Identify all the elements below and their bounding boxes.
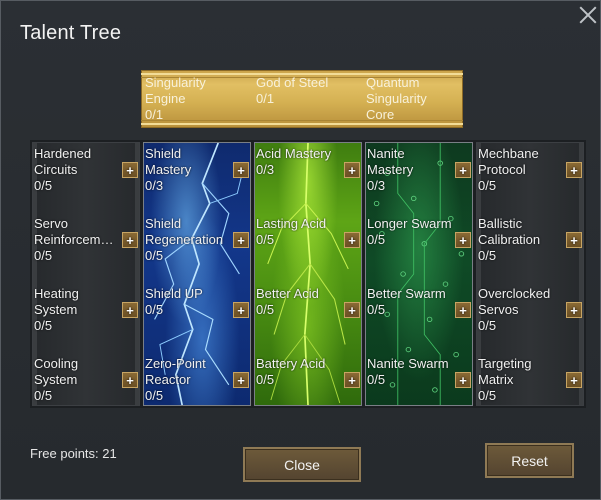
talent-rank: 0/5 [34, 178, 53, 193]
talent-rank: 0/5 [478, 248, 497, 263]
add-point-button[interactable]: + [233, 162, 249, 178]
talent-name: Acid Mastery [256, 146, 332, 161]
talent-rank: 0/5 [34, 388, 53, 403]
close-button[interactable]: Close [243, 447, 361, 482]
add-point-button[interactable]: + [344, 302, 360, 318]
ultimate-talents-panel: Singularity Engine 0/1 God of Steel 0/1 … [141, 70, 463, 128]
talent-column-4: Nanite Mastery 0/3 + Longer Swarm 0/5 + Better… [363, 140, 475, 408]
talent-tree-window: Talent Tree Singularity Engine 0/1 God o… [0, 0, 601, 500]
ultimate-talent-name: Quantum Singularity Core [366, 75, 427, 122]
add-point-button[interactable]: + [566, 232, 582, 248]
talent-rank: 0/3 [145, 178, 164, 193]
ultimate-talent-name: God of Steel [256, 75, 329, 90]
talent-slot[interactable]: Overclocked Servos 0/5 + [478, 286, 582, 346]
reset-button[interactable]: Reset [485, 443, 574, 478]
talent-rank: 0/5 [145, 388, 164, 403]
add-point-button[interactable]: + [233, 302, 249, 318]
add-point-button[interactable]: + [122, 232, 138, 248]
add-point-button[interactable]: + [566, 162, 582, 178]
talent-column-5: Mechbane Protocol 0/5 + Ballistic Calibrati… [474, 140, 586, 408]
talent-slot[interactable]: Servo Reinforcem… 0/5 + [34, 216, 138, 276]
free-points-label: Free points: 21 [30, 446, 117, 461]
talent-name: Shield UP [145, 286, 203, 301]
add-point-button[interactable]: + [344, 232, 360, 248]
add-point-button[interactable]: + [455, 372, 471, 388]
close-icon[interactable] [577, 4, 599, 26]
talent-slot[interactable]: Battery Acid 0/5 + [256, 356, 360, 416]
talent-rank: 0/5 [34, 248, 53, 263]
talent-name: Lasting Acid [256, 216, 327, 231]
talent-slot[interactable]: Hardened Circuits 0/5 + [34, 146, 138, 206]
talent-slot[interactable]: Ballistic Calibration 0/5 + [478, 216, 582, 276]
talent-slot[interactable]: Heating System 0/5 + [34, 286, 138, 346]
talent-name: Longer Swarm [367, 216, 452, 231]
talent-name: Battery Acid [256, 356, 326, 371]
talent-slot[interactable]: Nanite Mastery 0/3 + [367, 146, 471, 206]
talent-rank: 0/5 [145, 248, 164, 263]
add-point-button[interactable]: + [233, 232, 249, 248]
talent-slot[interactable]: Lasting Acid 0/5 + [256, 216, 360, 276]
ultimate-talent-singularity-engine[interactable]: Singularity Engine 0/1 [145, 75, 206, 123]
talent-slot[interactable]: Acid Mastery 0/3 + [256, 146, 360, 206]
add-point-button[interactable]: + [344, 372, 360, 388]
add-point-button[interactable]: + [122, 372, 138, 388]
talent-column-1: Hardened Circuits 0/5 + Servo Reinforcem… 0/… [30, 140, 142, 408]
add-point-button[interactable]: + [455, 162, 471, 178]
ultimate-talent-rank: 0/1 [145, 107, 164, 122]
ultimate-talent-name: Singularity Engine [145, 75, 206, 106]
talent-slot[interactable]: Shield Mastery 0/3 + [145, 146, 249, 206]
talent-slot[interactable]: Better Swarm 0/5 + [367, 286, 471, 346]
add-point-button[interactable]: + [122, 302, 138, 318]
add-point-button[interactable]: + [566, 302, 582, 318]
talent-rank: 0/3 [367, 178, 386, 193]
add-point-button[interactable]: + [233, 372, 249, 388]
talent-slot[interactable]: Cooling System 0/5 + [34, 356, 138, 416]
window-title: Talent Tree [20, 22, 122, 44]
talent-rank: 0/5 [34, 318, 53, 333]
talent-slot[interactable]: Nanite Swarm 0/5 + [367, 356, 471, 416]
add-point-button[interactable]: + [455, 302, 471, 318]
ultimate-talent-god-of-steel[interactable]: God of Steel 0/1 [256, 75, 328, 107]
add-point-button[interactable]: + [455, 232, 471, 248]
talent-name: Better Acid [256, 286, 319, 301]
talent-rank: 0/5 [478, 178, 497, 193]
talent-column-2: Shield Mastery 0/3 + Shield Regeneration 0/5… [141, 140, 253, 408]
talent-name: Better Swarm [367, 286, 446, 301]
talent-slot[interactable]: Mechbane Protocol 0/5 + [478, 146, 582, 206]
talent-slot[interactable]: Better Acid 0/5 + [256, 286, 360, 346]
talent-slot[interactable]: Zero-Point Reactor 0/5 + [145, 356, 249, 416]
talent-slot[interactable]: Shield Regeneration 0/5 + [145, 216, 249, 276]
add-point-button[interactable]: + [122, 162, 138, 178]
talent-column-3: Acid Mastery 0/3 + Lasting Acid 0/5 + Better A… [252, 140, 364, 408]
talent-rank: 0/5 [478, 318, 497, 333]
talent-slot[interactable]: Longer Swarm 0/5 + [367, 216, 471, 276]
talent-slot[interactable]: Shield UP 0/5 + [145, 286, 249, 346]
ultimate-talent-quantum-singularity-core[interactable]: Quantum Singularity Core [366, 75, 427, 123]
add-point-button[interactable]: + [566, 372, 582, 388]
talent-name: Nanite Swarm [367, 356, 449, 371]
ultimate-talent-rank: 0/1 [256, 91, 275, 106]
talent-slot[interactable]: Targeting Matrix 0/5 + [478, 356, 582, 416]
talent-rank: 0/5 [478, 388, 497, 403]
add-point-button[interactable]: + [344, 162, 360, 178]
